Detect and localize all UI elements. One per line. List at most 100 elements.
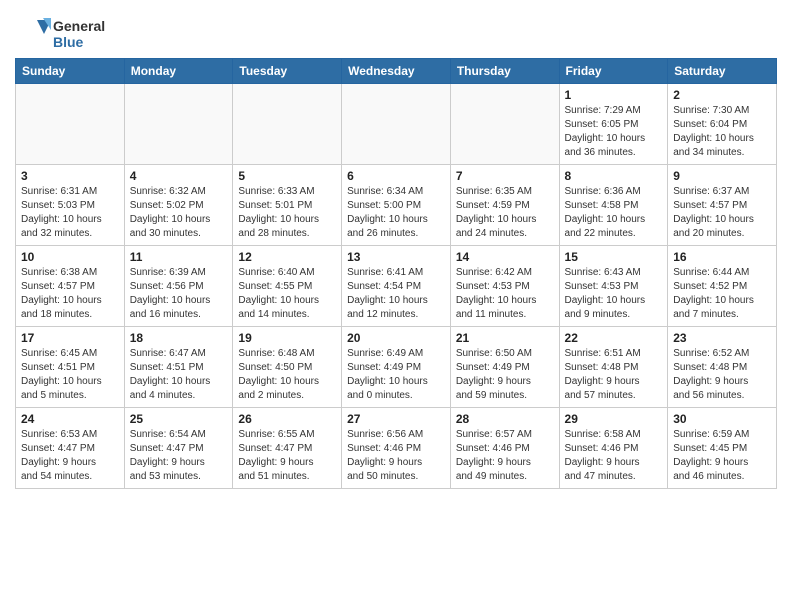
day-info: Sunrise: 6:52 AM Sunset: 4:48 PM Dayligh… <box>673 347 771 403</box>
day-number: 24 <box>21 412 119 426</box>
calendar-table: SundayMondayTuesdayWednesdayThursdayFrid… <box>15 58 777 489</box>
logo-text: General Blue <box>53 18 105 50</box>
calendar-week-row: 1 Sunrise: 7:29 AM Sunset: 6:05 PM Daylig… <box>16 84 777 165</box>
day-info: Sunrise: 6:43 AM Sunset: 4:53 PM Dayligh… <box>565 266 663 322</box>
day-info: Sunrise: 6:44 AM Sunset: 4:52 PM Dayligh… <box>673 266 771 322</box>
day-number: 5 <box>238 169 336 183</box>
calendar-day-cell: 1 Sunrise: 7:29 AM Sunset: 6:05 PM Daylig… <box>559 84 668 165</box>
calendar-day-cell: 19 Sunrise: 6:48 AM Sunset: 4:50 PM Dayli… <box>233 327 342 408</box>
calendar-week-row: 10 Sunrise: 6:38 AM Sunset: 4:57 PM Dayli… <box>16 246 777 327</box>
calendar-day-cell: 29 Sunrise: 6:58 AM Sunset: 4:46 PM Dayli… <box>559 408 668 489</box>
day-number: 2 <box>673 88 771 102</box>
calendar-day-cell: 13 Sunrise: 6:41 AM Sunset: 4:54 PM Dayli… <box>342 246 451 327</box>
day-info: Sunrise: 6:51 AM Sunset: 4:48 PM Dayligh… <box>565 347 663 403</box>
calendar-day-cell <box>450 84 559 165</box>
calendar-day-cell: 18 Sunrise: 6:47 AM Sunset: 4:51 PM Dayli… <box>124 327 233 408</box>
calendar-day-cell: 28Sunrise: 6:57 AM Sunset: 4:46 PM Dayli… <box>450 408 559 489</box>
day-number: 30 <box>673 412 771 426</box>
calendar-header-row: SundayMondayTuesdayWednesdayThursdayFrid… <box>16 59 777 84</box>
day-number: 6 <box>347 169 445 183</box>
calendar-day-cell: 24 Sunrise: 6:53 AM Sunset: 4:47 PM Dayli… <box>16 408 125 489</box>
calendar-day-cell: 2 Sunrise: 7:30 AM Sunset: 6:04 PM Daylig… <box>668 84 777 165</box>
calendar-day-cell <box>16 84 125 165</box>
day-info: Sunrise: 6:34 AM Sunset: 5:00 PM Dayligh… <box>347 185 445 241</box>
day-info: Sunrise: 6:33 AM Sunset: 5:01 PM Dayligh… <box>238 185 336 241</box>
day-info: Sunrise: 6:55 AM Sunset: 4:47 PM Dayligh… <box>238 428 336 484</box>
day-info: Sunrise: 6:40 AM Sunset: 4:55 PM Dayligh… <box>238 266 336 322</box>
day-number: 18 <box>130 331 228 345</box>
calendar-day-cell <box>342 84 451 165</box>
calendar-day-cell: 10 Sunrise: 6:38 AM Sunset: 4:57 PM Dayli… <box>16 246 125 327</box>
calendar-day-cell: 27Sunrise: 6:56 AM Sunset: 4:46 PM Dayli… <box>342 408 451 489</box>
weekday-header: Friday <box>559 59 668 84</box>
calendar-day-cell: 11 Sunrise: 6:39 AM Sunset: 4:56 PM Dayli… <box>124 246 233 327</box>
calendar-day-cell: 3 Sunrise: 6:31 AM Sunset: 5:03 PM Daylig… <box>16 165 125 246</box>
weekday-header: Sunday <box>16 59 125 84</box>
day-info: Sunrise: 6:35 AM Sunset: 4:59 PM Dayligh… <box>456 185 554 241</box>
calendar-day-cell: 25 Sunrise: 6:54 AM Sunset: 4:47 PM Dayli… <box>124 408 233 489</box>
calendar-week-row: 24 Sunrise: 6:53 AM Sunset: 4:47 PM Dayli… <box>16 408 777 489</box>
calendar-week-row: 17Sunrise: 6:45 AM Sunset: 4:51 PM Dayli… <box>16 327 777 408</box>
page-header: General Blue <box>15 10 777 52</box>
day-info: Sunrise: 6:59 AM Sunset: 4:45 PM Dayligh… <box>673 428 771 484</box>
day-number: 22 <box>565 331 663 345</box>
day-number: 17 <box>21 331 119 345</box>
weekday-header: Monday <box>124 59 233 84</box>
day-info: Sunrise: 6:36 AM Sunset: 4:58 PM Dayligh… <box>565 185 663 241</box>
day-info: Sunrise: 6:32 AM Sunset: 5:02 PM Dayligh… <box>130 185 228 241</box>
calendar-day-cell: 20 Sunrise: 6:49 AM Sunset: 4:49 PM Dayli… <box>342 327 451 408</box>
day-number: 25 <box>130 412 228 426</box>
day-number: 13 <box>347 250 445 264</box>
calendar-day-cell: 22 Sunrise: 6:51 AM Sunset: 4:48 PM Dayli… <box>559 327 668 408</box>
day-number: 26 <box>238 412 336 426</box>
weekday-header: Wednesday <box>342 59 451 84</box>
day-info: Sunrise: 6:37 AM Sunset: 4:57 PM Dayligh… <box>673 185 771 241</box>
day-info: Sunrise: 6:56 AM Sunset: 4:46 PM Dayligh… <box>347 428 445 484</box>
weekday-header: Thursday <box>450 59 559 84</box>
calendar-day-cell: 30 Sunrise: 6:59 AM Sunset: 4:45 PM Dayli… <box>668 408 777 489</box>
day-number: 20 <box>347 331 445 345</box>
day-info: Sunrise: 6:48 AM Sunset: 4:50 PM Dayligh… <box>238 347 336 403</box>
day-number: 14 <box>456 250 554 264</box>
day-number: 7 <box>456 169 554 183</box>
day-info: Sunrise: 6:31 AM Sunset: 5:03 PM Dayligh… <box>21 185 119 241</box>
day-number: 21 <box>456 331 554 345</box>
day-info: Sunrise: 6:47 AM Sunset: 4:51 PM Dayligh… <box>130 347 228 403</box>
calendar-day-cell: 21Sunrise: 6:50 AM Sunset: 4:49 PM Dayli… <box>450 327 559 408</box>
calendar-day-cell: 17Sunrise: 6:45 AM Sunset: 4:51 PM Dayli… <box>16 327 125 408</box>
day-info: Sunrise: 6:41 AM Sunset: 4:54 PM Dayligh… <box>347 266 445 322</box>
day-info: Sunrise: 6:39 AM Sunset: 4:56 PM Dayligh… <box>130 266 228 322</box>
calendar-day-cell: 12Sunrise: 6:40 AM Sunset: 4:55 PM Dayli… <box>233 246 342 327</box>
day-info: Sunrise: 6:53 AM Sunset: 4:47 PM Dayligh… <box>21 428 119 484</box>
weekday-header: Saturday <box>668 59 777 84</box>
day-info: Sunrise: 6:58 AM Sunset: 4:46 PM Dayligh… <box>565 428 663 484</box>
calendar-day-cell: 23 Sunrise: 6:52 AM Sunset: 4:48 PM Dayli… <box>668 327 777 408</box>
logo-shape <box>15 16 51 52</box>
day-number: 10 <box>21 250 119 264</box>
day-info: Sunrise: 6:38 AM Sunset: 4:57 PM Dayligh… <box>21 266 119 322</box>
day-number: 1 <box>565 88 663 102</box>
day-number: 19 <box>238 331 336 345</box>
calendar-day-cell: 9 Sunrise: 6:37 AM Sunset: 4:57 PM Daylig… <box>668 165 777 246</box>
day-number: 11 <box>130 250 228 264</box>
day-number: 9 <box>673 169 771 183</box>
day-number: 3 <box>21 169 119 183</box>
day-info: Sunrise: 7:29 AM Sunset: 6:05 PM Dayligh… <box>565 104 663 160</box>
calendar-day-cell: 5 Sunrise: 6:33 AM Sunset: 5:01 PM Daylig… <box>233 165 342 246</box>
day-number: 29 <box>565 412 663 426</box>
calendar-day-cell: 14Sunrise: 6:42 AM Sunset: 4:53 PM Dayli… <box>450 246 559 327</box>
day-info: Sunrise: 6:49 AM Sunset: 4:49 PM Dayligh… <box>347 347 445 403</box>
calendar-day-cell <box>124 84 233 165</box>
logo-container: General Blue <box>15 16 105 52</box>
calendar-day-cell: 26 Sunrise: 6:55 AM Sunset: 4:47 PM Dayli… <box>233 408 342 489</box>
day-number: 23 <box>673 331 771 345</box>
calendar-page: General Blue SundayMondayTuesdayWednesda… <box>0 0 792 499</box>
calendar-day-cell: 6 Sunrise: 6:34 AM Sunset: 5:00 PM Daylig… <box>342 165 451 246</box>
day-info: Sunrise: 6:54 AM Sunset: 4:47 PM Dayligh… <box>130 428 228 484</box>
calendar-day-cell: 15Sunrise: 6:43 AM Sunset: 4:53 PM Dayli… <box>559 246 668 327</box>
day-number: 28 <box>456 412 554 426</box>
day-info: Sunrise: 7:30 AM Sunset: 6:04 PM Dayligh… <box>673 104 771 160</box>
calendar-day-cell: 8 Sunrise: 6:36 AM Sunset: 4:58 PM Daylig… <box>559 165 668 246</box>
day-number: 8 <box>565 169 663 183</box>
logo: General Blue <box>15 14 105 52</box>
